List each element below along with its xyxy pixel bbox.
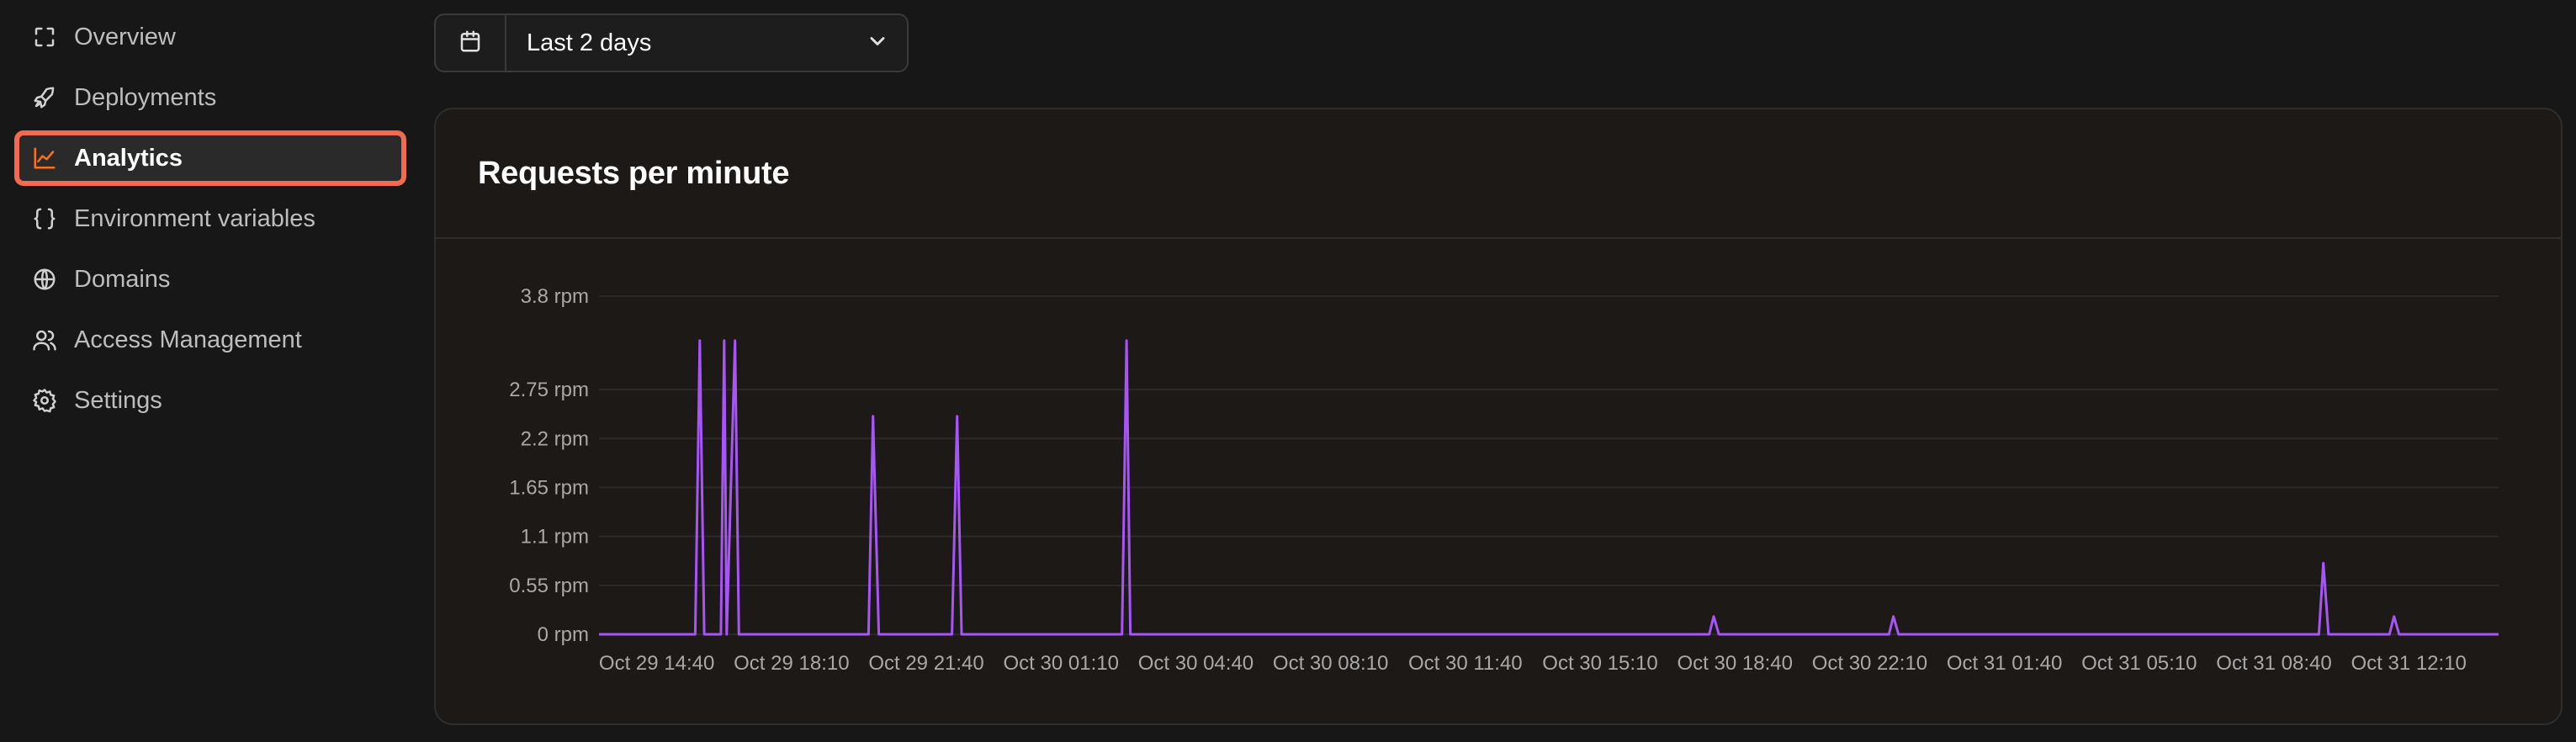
y-tick-label: 2.2 rpm (521, 427, 589, 450)
gear-icon (30, 386, 59, 415)
sidebar-nav: Overview Deployments Analytics Environme… (14, 12, 406, 436)
focus-corners-icon (30, 23, 59, 51)
y-tick-label: 0 rpm (538, 623, 589, 646)
requests-chart-card: Requests per minute 0 rpm 0.55 rpm 1.1 rpm… (434, 108, 2563, 725)
sidebar-item-label: Overview (74, 23, 176, 50)
x-tick-label: Oct 29 18:10 (734, 652, 849, 675)
date-range-picker[interactable]: Last 2 days (434, 13, 909, 72)
x-tick-label: Oct 30 01:10 (1004, 652, 1119, 675)
sidebar-item-overview[interactable]: Overview (17, 12, 404, 62)
chevron-down-icon (866, 29, 889, 57)
y-tick-label: 2.75 rpm (509, 379, 589, 401)
x-tick-label: Oct 31 08:40 (2216, 652, 2331, 675)
requests-per-minute-chart: 0 rpm 0.55 rpm 1.1 rpm 1.65 rpm 2.2 rpm 2.75 … (509, 285, 2499, 675)
y-tick-label: 3.8 rpm (521, 285, 589, 308)
calendar-icon (458, 29, 483, 58)
x-tick-label: Oct 29 21:40 (868, 652, 983, 675)
x-tick-label: Oct 30 15:10 (1542, 652, 1657, 675)
line-chart-icon (30, 144, 59, 172)
y-tick-label: 1.1 rpm (521, 526, 589, 549)
date-range-value: Last 2 days (527, 29, 652, 56)
x-tick-label: Oct 31 01:40 (1947, 652, 2062, 675)
sidebar-item-label: Domains (74, 265, 171, 293)
x-tick-label: Oct 30 08:10 (1273, 652, 1388, 675)
x-tick-label: Oct 30 22:10 (1812, 652, 1927, 675)
x-tick-label: Oct 30 11:40 (1408, 652, 1523, 675)
sidebar-item-settings[interactable]: Settings (17, 375, 404, 426)
globe-icon (30, 265, 59, 294)
y-tick-label: 1.65 rpm (509, 476, 589, 499)
x-tick-label: Oct 30 18:40 (1678, 652, 1793, 675)
date-range-dropdown[interactable] (848, 29, 907, 57)
calendar-button[interactable] (436, 15, 506, 71)
sidebar-item-label: Settings (74, 386, 162, 414)
sidebar-item-label: Access Management (74, 326, 302, 353)
sidebar-item-deployments[interactable]: Deployments (17, 72, 404, 123)
users-icon (30, 326, 59, 354)
x-tick-label: Oct 31 05:10 (2081, 652, 2197, 675)
sidebar-item-analytics[interactable]: Analytics (14, 130, 406, 186)
sidebar-item-label: Deployments (74, 83, 217, 111)
sidebar-item-label: Environment variables (74, 204, 315, 232)
sidebar-item-domains[interactable]: Domains (17, 254, 404, 305)
y-tick-label: 0.55 rpm (509, 575, 589, 597)
sidebar-item-label: Analytics (74, 144, 183, 172)
x-tick-label: Oct 30 04:40 (1138, 652, 1254, 675)
sidebar-item-access-management[interactable]: Access Management (17, 315, 404, 365)
x-tick-label: Oct 29 14:40 (599, 652, 714, 675)
x-tick-label: Oct 31 12:10 (2351, 652, 2466, 675)
sidebar-item-environment-variables[interactable]: Environment variables (17, 193, 404, 244)
rocket-icon (30, 83, 59, 112)
braces-icon (30, 204, 59, 233)
